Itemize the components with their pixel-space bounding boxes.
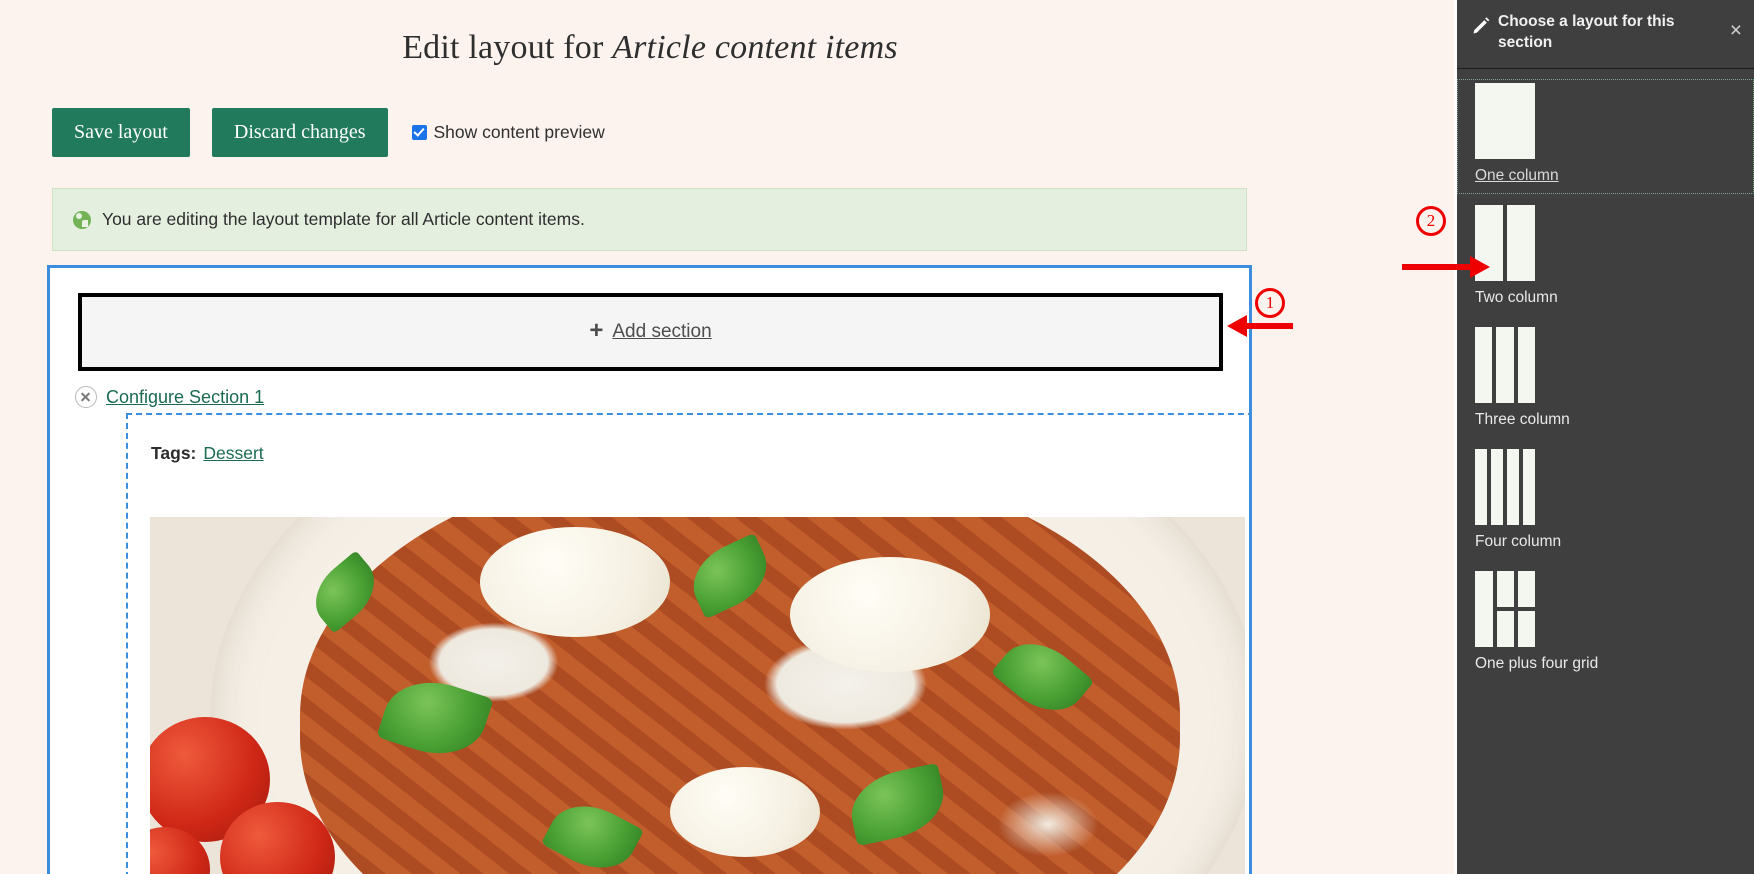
cheese-shape (790, 557, 990, 672)
checkbox-checked-icon[interactable] (411, 125, 427, 140)
layout-option-label: Four column (1475, 533, 1562, 550)
layout-option-label: One column (1475, 167, 1559, 184)
section-1-region[interactable]: Tags: Dessert (126, 413, 1249, 874)
annotation-arrow-1 (1227, 315, 1293, 337)
annotation-callout-2: 2 (1416, 206, 1446, 236)
add-section-button[interactable]: + Add section (78, 293, 1223, 371)
page-title-emphasis: Article content items (612, 28, 898, 66)
layout-options-list: One column Two column Three column Four … (1457, 69, 1754, 682)
tags-label: Tags: (151, 443, 197, 463)
configure-section-link[interactable]: Configure Section 1 (106, 387, 264, 408)
plus-icon: + (589, 317, 604, 344)
layout-option-one-plus-four-grid[interactable]: One plus four grid (1457, 571, 1754, 682)
add-section-label: Add section (612, 321, 712, 342)
cheese-shape (670, 767, 820, 857)
layout-option-label: One plus four grid (1475, 655, 1599, 672)
layout-option-three-column[interactable]: Three column (1457, 327, 1754, 438)
annotation-number: 2 (1426, 211, 1436, 230)
layout-option-four-column[interactable]: Four column (1457, 449, 1754, 560)
page-title: Edit layout for Article content items (0, 23, 1300, 67)
tags-value-link[interactable]: Dessert (203, 443, 263, 463)
pencil-icon (1473, 17, 1490, 34)
show-content-preview-checkbox[interactable]: Show content preview (411, 122, 605, 143)
status-message-text: You are editing the layout template for … (102, 209, 585, 229)
globe-status-icon (73, 210, 91, 229)
article-preview-image (150, 517, 1245, 874)
layout-option-one-column[interactable]: One column (1457, 79, 1754, 194)
sidebar-title: Choose a layout for this section (1498, 13, 1675, 51)
one-column-thumb-icon (1475, 83, 1535, 159)
three-column-thumb-icon (1475, 327, 1535, 403)
page-title-prefix: Edit layout for (402, 28, 613, 66)
status-message: You are editing the layout template for … (52, 188, 1247, 251)
discard-changes-button[interactable]: Discard changes (211, 108, 388, 157)
close-circle-icon[interactable] (75, 386, 97, 408)
one-plus-four-grid-thumb-icon (1475, 571, 1535, 647)
cheese-shape (480, 527, 670, 637)
layout-option-two-column[interactable]: Two column (1457, 205, 1754, 316)
tags-field: Tags: Dessert (151, 443, 264, 464)
annotation-callout-1: 1 (1255, 288, 1285, 318)
save-layout-button[interactable]: Save layout (52, 108, 190, 157)
toolbar: Save layout Discard changes Show content… (52, 108, 605, 157)
annotation-arrow-2 (1402, 256, 1490, 278)
sidebar-header: Choose a layout for this section × (1457, 0, 1754, 69)
layout-builder-region: + Add section Configure Section 1 Tags: D… (47, 265, 1252, 874)
four-column-thumb-icon (1475, 449, 1535, 525)
section-controls: Configure Section 1 (75, 386, 264, 408)
offcanvas-sidebar: Choose a layout for this section × One c… (1454, 0, 1754, 874)
close-icon[interactable]: × (1730, 20, 1742, 41)
annotation-number: 1 (1265, 293, 1275, 312)
layout-editor-page: Edit layout for Article content items Sa… (0, 0, 1454, 874)
show-content-preview-label: Show content preview (433, 122, 605, 142)
layout-option-label: Three column (1475, 411, 1570, 428)
layout-option-label: Two column (1475, 289, 1558, 306)
